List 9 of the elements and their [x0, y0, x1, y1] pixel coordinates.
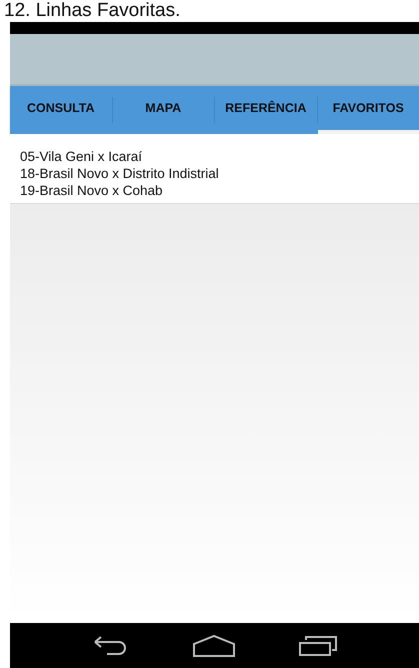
- tab[interactable]: REFERÊNCIA: [215, 86, 316, 134]
- recent-apps-icon[interactable]: [298, 634, 338, 658]
- favorite-route[interactable]: 05-Vila Geni x Icaraí: [20, 148, 409, 165]
- favorite-route[interactable]: 18-Brasil Novo x Distrito Indistrial: [20, 165, 409, 182]
- tab[interactable]: CONSULTA: [10, 86, 112, 134]
- home-icon[interactable]: [192, 634, 236, 658]
- tab[interactable]: MAPA: [112, 86, 214, 134]
- favorite-route[interactable]: 19-Brasil Novo x Cohab: [20, 182, 409, 199]
- page-title: 12. Linhas Favoritas.: [3, 0, 180, 22]
